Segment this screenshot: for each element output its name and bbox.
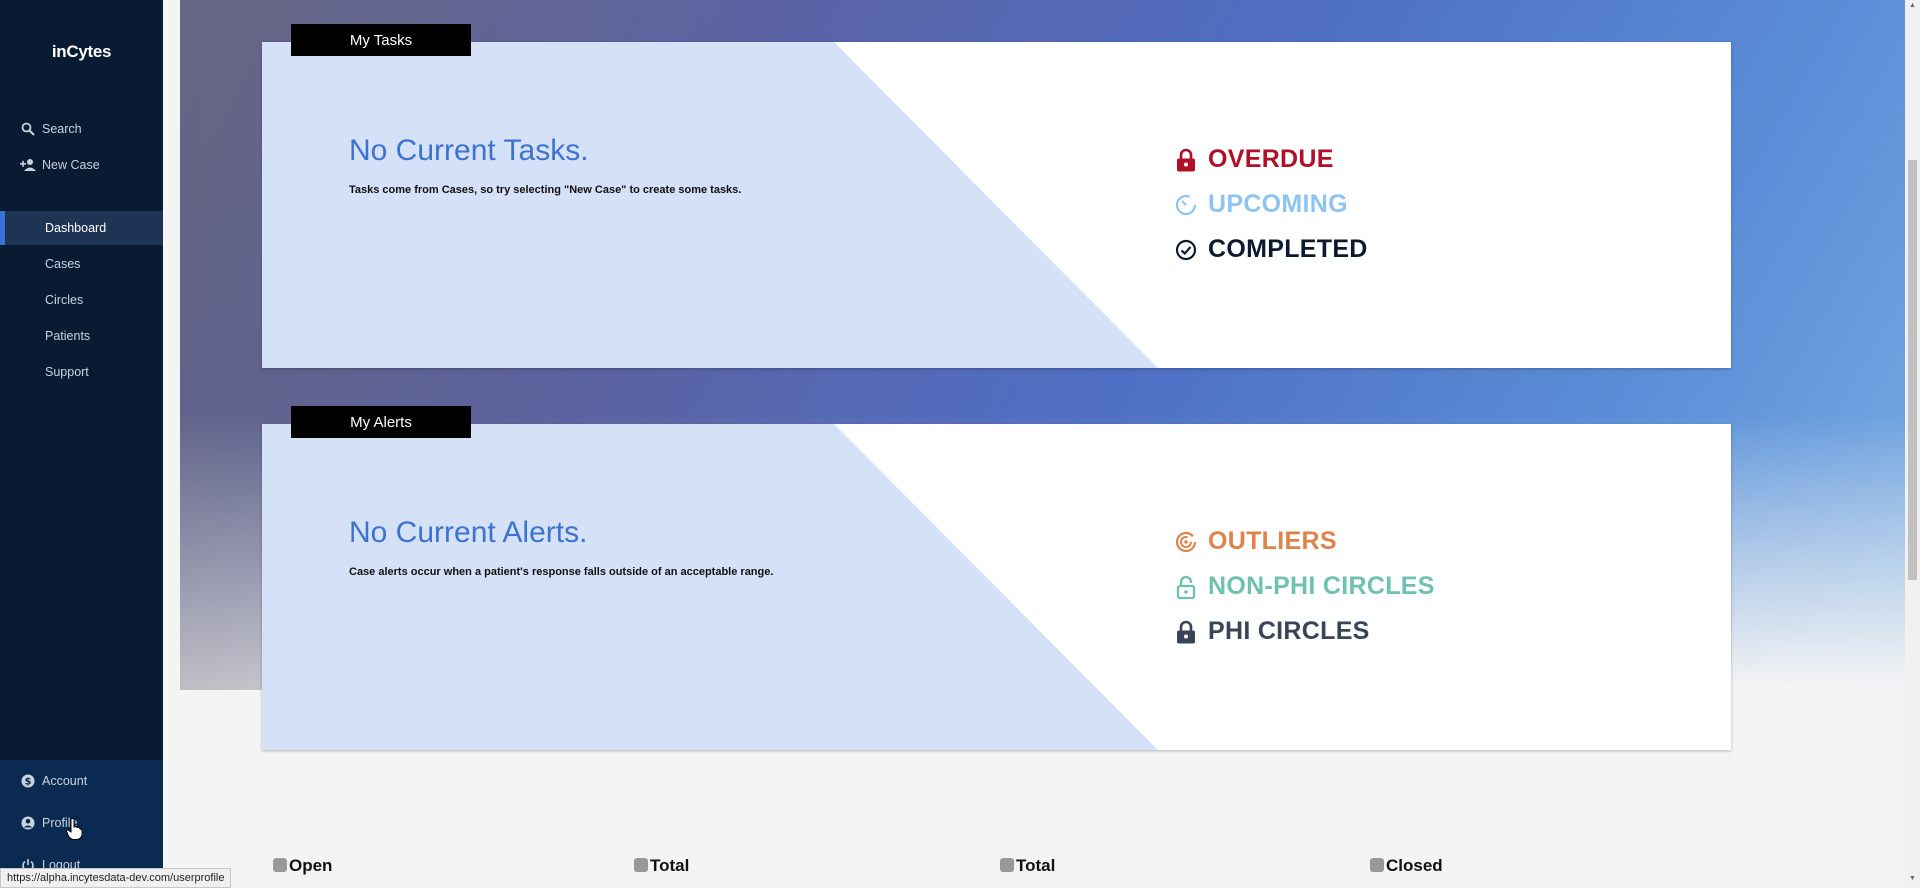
legend-label: COMPLETED [1208, 235, 1368, 263]
alerts-legend: OUTLIERS NON-PHI CIRCLES PHI CIRCLES [1174, 519, 1435, 654]
scroll-down-arrow-icon[interactable]: ▼ [1908, 875, 1917, 885]
sidebar: inCytes Search New Case Dashboard Cases … [0, 0, 163, 888]
sidebar-item-label: Circles [45, 293, 84, 307]
stat-total: Total [634, 856, 689, 876]
sidebar-item-support[interactable]: Support [0, 355, 163, 389]
sidebar-item-label: Dashboard [45, 221, 107, 235]
unlock-icon [1174, 575, 1198, 599]
sidebar-item-circles[interactable]: Circles [0, 283, 163, 317]
legend-label: OVERDUE [1208, 145, 1334, 173]
lock-icon [1174, 620, 1198, 644]
tasks-card: No Current Tasks. Tasks come from Cases,… [262, 42, 1731, 368]
alerts-title: My Alerts [291, 406, 471, 438]
stat-open: Open [273, 856, 332, 876]
search-icon [20, 121, 36, 137]
sidebar-item-patients[interactable]: Patients [0, 319, 163, 353]
page-scrollbar[interactable]: ▲ ▼ [1905, 0, 1920, 888]
legend-label: PHI CIRCLES [1208, 617, 1370, 645]
sidebar-item-label: Search [42, 122, 82, 136]
sidebar-item-label: Support [45, 365, 89, 379]
legend-upcoming: UPCOMING [1174, 182, 1368, 227]
alerts-empty-description: Case alerts occur when a patient's respo… [349, 566, 774, 578]
browser-status-bar: https://alpha.incytesdata-dev.com/userpr… [0, 868, 232, 888]
hand-cursor-icon [66, 818, 82, 840]
sidebar-item-account[interactable]: $ Account [0, 764, 163, 798]
app-logo[interactable]: inCytes [0, 42, 163, 62]
scrollbar-thumb[interactable] [1908, 160, 1917, 580]
legend-completed: COMPLETED [1174, 227, 1368, 272]
alerts-empty-heading: No Current Alerts. [349, 516, 588, 549]
stat-total: Total [1000, 856, 1055, 876]
sidebar-item-label: Account [42, 774, 88, 788]
tasks-empty-heading: No Current Tasks. [349, 134, 589, 167]
stat-closed: Closed [1370, 856, 1443, 876]
alerts-card-wedge [262, 424, 1158, 750]
legend-label: OUTLIERS [1208, 527, 1337, 555]
sidebar-item-new-case[interactable]: New Case [0, 148, 163, 182]
sidebar-item-search[interactable]: Search [0, 112, 163, 146]
sidebar-item-dashboard[interactable]: Dashboard [0, 211, 163, 245]
legend-non-phi-circles: NON-PHI CIRCLES [1174, 564, 1435, 609]
tasks-empty-description: Tasks come from Cases, so try selecting … [349, 184, 742, 196]
timer-icon [1174, 193, 1198, 217]
tasks-card-wedge [262, 42, 1158, 368]
scroll-up-arrow-icon[interactable]: ▲ [1908, 2, 1917, 12]
svg-text:$: $ [25, 777, 32, 788]
sidebar-item-label: Patients [45, 329, 91, 343]
user-circle-icon [20, 815, 36, 831]
tasks-legend: OVERDUE UPCOMING COMPLETED [1174, 137, 1368, 272]
add-person-icon [20, 157, 36, 173]
sidebar-item-cases[interactable]: Cases [0, 247, 163, 281]
lock-icon [1174, 148, 1198, 172]
tasks-title: My Tasks [291, 24, 471, 56]
legend-overdue: OVERDUE [1174, 137, 1368, 182]
legend-phi-circles: PHI CIRCLES [1174, 609, 1435, 654]
legend-label: UPCOMING [1208, 190, 1348, 218]
dollar-icon: $ [20, 773, 36, 789]
legend-label: NON-PHI CIRCLES [1208, 572, 1435, 600]
radar-icon [1174, 530, 1198, 554]
sidebar-item-label: Cases [45, 257, 81, 271]
check-circle-icon [1174, 238, 1198, 262]
legend-outliers: OUTLIERS [1174, 519, 1435, 564]
sidebar-item-label: New Case [42, 158, 100, 172]
alerts-card: No Current Alerts. Case alerts occur whe… [262, 424, 1731, 750]
